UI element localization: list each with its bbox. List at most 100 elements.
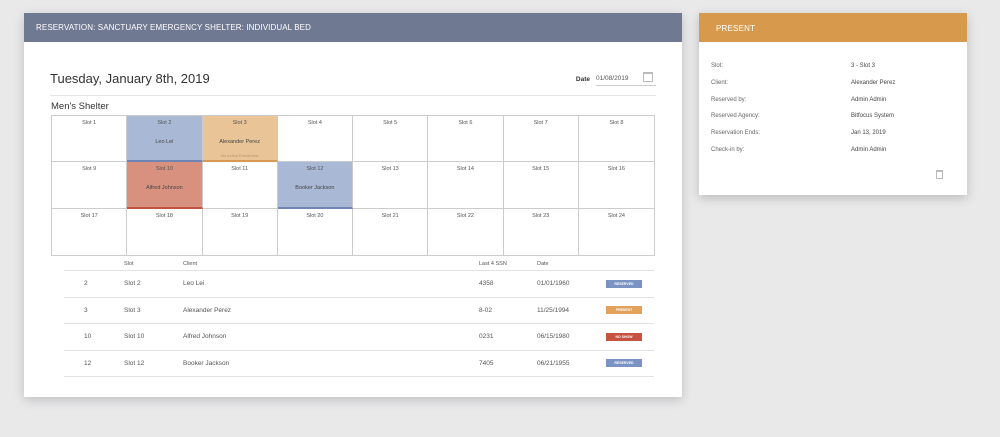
slot-cell[interactable]: Slot 22 (428, 208, 504, 255)
slot-cell[interactable]: Slot 19 (203, 208, 278, 255)
slot-grid: Slot 1 Slot 2 Leo Lei Slot 3 Alexander Perez… (51, 115, 655, 256)
slot-cell[interactable]: Slot 18 (127, 208, 203, 255)
row-ssn: 7405 (479, 359, 494, 367)
slot-cell[interactable]: Slot 3 Alexander Perez No Active Enrollmen… (202, 116, 278, 163)
date-picker[interactable]: Date 01/08/2019 (575, 72, 656, 86)
slot-cell[interactable]: Slot 12 Booker Jackson (277, 162, 353, 209)
detail-panel: Present Slot: 3 - Slot 3 Client: Alexander … (699, 13, 967, 195)
date-value: 01/08/2019 (596, 75, 629, 82)
shelter-name: Men's Shelter (51, 101, 109, 112)
row-slot: Slot 10 (124, 333, 145, 341)
trash-icon[interactable] (936, 170, 943, 179)
slot-label: Slot 13 (381, 166, 399, 173)
slot-label: Slot 7 (533, 120, 548, 126)
slot-label: Slot 17 (80, 212, 98, 219)
slot-cell[interactable]: Slot 14 (428, 162, 504, 209)
slot-label: Slot 19 (231, 212, 249, 219)
row-number: 2 (84, 280, 88, 288)
table-row[interactable]: 12 Slot 12 Booker Jackson 7405 06/21/1955 Res… (64, 351, 654, 377)
row-date: 06/21/1955 (537, 359, 570, 367)
slot-cell[interactable]: Slot 8 (578, 116, 654, 163)
detail-value: Admin Admin (851, 96, 887, 103)
slot-label: Slot 23 (532, 212, 550, 219)
status-badge: Reserved (606, 279, 642, 288)
slot-cell[interactable]: Slot 13 (353, 162, 429, 209)
detail-value: Alexander Perez (851, 79, 896, 86)
slot-client: Alfred Johnson (146, 185, 183, 192)
slot-label: Slot 24 (607, 212, 625, 219)
slot-cell[interactable]: Slot 17 (52, 208, 128, 255)
row-status: Reserved (606, 279, 654, 288)
date-label: Date (575, 76, 590, 83)
slot-client: Booker Jackson (295, 185, 335, 192)
slot-cell[interactable]: Slot 24 (579, 209, 654, 255)
row-date: 06/15/1980 (537, 333, 570, 341)
slot-client: Alexander Perez (219, 139, 260, 145)
slot-label: Slot 9 (82, 166, 97, 173)
slot-cell[interactable]: Slot 5 (353, 116, 429, 163)
date-row: Tuesday, January 8th, 2019 Date 01/08/20… (50, 71, 656, 86)
header-client: Client (183, 261, 198, 267)
header-ssn: Last 4 SSN (479, 261, 507, 267)
row-number: 10 (84, 333, 92, 341)
row-status: No Show (606, 332, 654, 341)
row-slot: Slot 3 (124, 306, 141, 314)
detail-value: Admin Admin (851, 147, 887, 153)
slot-cell[interactable]: Slot 15 (503, 162, 579, 209)
slot-label: Slot 8 (609, 120, 624, 126)
slot-cell[interactable]: Slot 21 (353, 208, 429, 255)
slot-label: Slot 3 (232, 120, 247, 126)
header-date: Date (537, 261, 549, 267)
slot-cell[interactable]: Slot 20 (278, 208, 353, 255)
slot-label: Slot 4 (307, 120, 322, 126)
slot-cell[interactable]: Slot 10 Alfred Johnson (127, 162, 203, 209)
detail-label: Reserved by: (711, 96, 747, 103)
detail-value: 3 - Slot 3 (851, 63, 876, 69)
slot-cell[interactable]: Slot 7 (503, 116, 579, 163)
row-status: Reserved (606, 359, 654, 368)
table-row[interactable]: 10 Slot 10 Alfred Johnson 0231 06/15/1980 No … (64, 324, 654, 351)
row-client: Booker Jackson (183, 359, 230, 367)
row-slot: Slot 2 (124, 280, 141, 288)
slot-label: Slot 1 (82, 120, 97, 126)
detail-label: Client: (711, 79, 729, 86)
detail-label: Check-in by: (711, 147, 745, 153)
slot-cell[interactable]: Slot 11 (202, 162, 278, 209)
slot-cell[interactable]: Slot 9 (52, 162, 128, 209)
slot-label: Slot 15 (532, 166, 550, 173)
reservation-panel: Reservation: Sanctuary Emergency Shelter… (24, 13, 682, 397)
slot-cell[interactable]: Slot 6 (428, 116, 504, 163)
slot-cell[interactable]: Slot 23 (504, 208, 579, 255)
row-date: 01/01/1960 (537, 280, 570, 288)
status-badge: No Show (606, 332, 642, 341)
row-client: Alfred Johnson (183, 333, 227, 341)
header-number (64, 260, 124, 270)
table-row[interactable]: 2 Slot 2 Leo Lei 4358 01/01/1960 Reserved (64, 271, 654, 298)
slot-cell[interactable]: Slot 4 (277, 116, 353, 163)
slot-label: Slot 6 (458, 120, 473, 126)
slot-label: Slot 11 (231, 166, 248, 173)
slot-cell[interactable]: Slot 16 (578, 162, 654, 209)
row-number: 12 (84, 359, 92, 367)
status-badge: Present (606, 306, 642, 315)
reservation-header: Reservation: Sanctuary Emergency Shelter… (24, 13, 682, 42)
date-input[interactable]: 01/08/2019 (596, 72, 656, 86)
slot-label: Slot 2 (157, 120, 172, 126)
table-row[interactable]: 3 Slot 3 Alexander Perez 8-02 11/25/1994 Pres… (64, 298, 654, 324)
slot-client: Leo Lei (155, 139, 174, 145)
page-title: Tuesday, January 8th, 2019 (50, 71, 210, 86)
calendar-icon[interactable] (643, 72, 653, 82)
slot-label: Slot 18 (155, 212, 173, 219)
row-ssn: 4358 (479, 280, 494, 288)
slot-cell[interactable]: Slot 1 (52, 116, 128, 163)
divider (50, 95, 656, 96)
detail-value: Bitfocus System (851, 113, 895, 120)
slot-cell[interactable]: Slot 2 Leo Lei (127, 116, 203, 163)
slot-label: Slot 12 (306, 166, 324, 173)
reservations-table: Slot Client Last 4 SSN Date 2 Slot 2 Leo L… (64, 260, 654, 377)
row-ssn: 0231 (479, 333, 494, 341)
slot-label: Slot 10 (155, 166, 173, 173)
slot-label: Slot 20 (306, 212, 324, 219)
detail-header: Present (699, 13, 967, 42)
row-slot: Slot 12 (124, 359, 145, 367)
